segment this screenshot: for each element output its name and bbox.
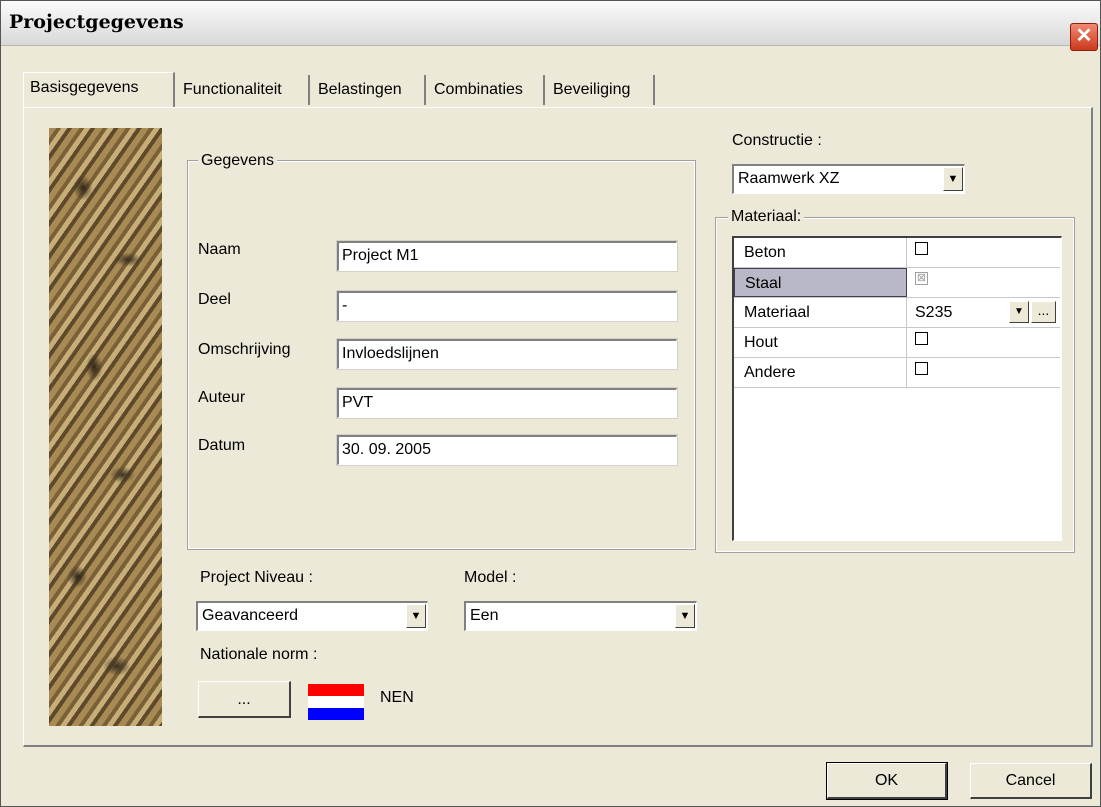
tab-beveiliging[interactable]: Beveiliging xyxy=(547,75,655,105)
close-icon[interactable]: ✕ xyxy=(1070,23,1098,51)
netherlands-flag-icon xyxy=(308,684,364,722)
grid-cell-value xyxy=(907,328,1060,357)
grid-cell-name: Beton xyxy=(734,238,907,267)
materiaal-legend: Materiaal: xyxy=(728,208,805,226)
hout-checkbox[interactable] xyxy=(915,332,928,346)
project-dialog: Projectgegevens ✕ Basisgegevens Function… xyxy=(0,0,1101,807)
deel-label: Deel xyxy=(198,291,231,308)
materiaal-grid[interactable]: Beton Staal ⊠ Materiaal S235 ▼ ... Hout … xyxy=(732,236,1062,541)
datum-label: Datum xyxy=(198,437,246,454)
omschrijving-field[interactable]: Invloedslijnen xyxy=(336,338,678,370)
auteur-label: Auteur xyxy=(198,389,246,406)
beton-checkbox[interactable] xyxy=(915,242,928,256)
auteur-field[interactable]: PVT xyxy=(336,387,678,419)
constructie-select[interactable]: Raamwerk XZ ▼ xyxy=(732,164,965,194)
model-select[interactable]: Een ▼ xyxy=(464,601,697,631)
grid-cell-value: ⊠ xyxy=(907,268,1060,297)
more-options-button[interactable]: ... xyxy=(1031,301,1056,323)
chevron-down-icon[interactable]: ▼ xyxy=(943,167,963,191)
tab-combinaties[interactable]: Combinaties xyxy=(428,75,545,105)
grid-row-materiaal[interactable]: Materiaal S235 ▼ ... xyxy=(734,298,1060,328)
ok-button[interactable]: OK xyxy=(826,762,948,800)
model-value: Een xyxy=(470,607,499,624)
norm-browse-button[interactable]: ... xyxy=(198,681,291,718)
naam-field[interactable]: Project M1 xyxy=(336,240,678,272)
project-niveau-value: Geavanceerd xyxy=(202,607,299,624)
naam-label: Naam xyxy=(198,241,241,258)
title-bar[interactable]: Projectgegevens ✕ xyxy=(1,1,1100,51)
project-niveau-label: Project Niveau : xyxy=(200,569,313,586)
window-title: Projectgegevens xyxy=(9,11,184,33)
cancel-button[interactable]: Cancel xyxy=(970,763,1092,799)
grid-row-andere[interactable]: Andere xyxy=(734,358,1060,388)
chevron-down-icon[interactable]: ▼ xyxy=(675,604,695,628)
materiaal-grade-value: S235 xyxy=(915,304,953,321)
nationale-norm-label: Nationale norm : xyxy=(200,646,318,663)
deel-field[interactable]: - xyxy=(336,290,678,322)
grid-row-hout[interactable]: Hout xyxy=(734,328,1060,358)
norm-code: NEN xyxy=(380,689,414,706)
grid-cell-name: Hout xyxy=(734,328,907,357)
decorative-image xyxy=(49,128,162,726)
tab-basisgegevens[interactable]: Basisgegevens xyxy=(23,72,175,108)
flag-stripe-red xyxy=(308,684,364,696)
grid-cell-name: Andere xyxy=(734,358,907,387)
grid-cell-value: S235 ▼ ... xyxy=(907,298,1060,327)
datum-field[interactable]: 30. 09. 2005 xyxy=(336,434,678,466)
tab-belastingen[interactable]: Belastingen xyxy=(312,75,426,105)
grid-row-staal[interactable]: Staal ⊠ xyxy=(734,268,1060,298)
project-niveau-select[interactable]: Geavanceerd ▼ xyxy=(196,601,428,631)
omschrijving-label: Omschrijving xyxy=(198,341,291,358)
flag-stripe-blue xyxy=(308,708,364,720)
flag-stripe-white xyxy=(308,696,364,708)
grid-cell-name: Materiaal xyxy=(734,298,907,327)
grid-cell-value xyxy=(907,358,1060,387)
constructie-label: Constructie : xyxy=(732,132,822,149)
model-label: Model : xyxy=(464,569,517,586)
constructie-value: Raamwerk XZ xyxy=(738,170,840,187)
staal-checkbox[interactable]: ⊠ xyxy=(915,272,928,286)
grid-cell-value xyxy=(907,238,1060,267)
andere-checkbox[interactable] xyxy=(915,362,928,376)
chevron-down-icon[interactable]: ▼ xyxy=(406,604,426,628)
grid-cell-name: Staal xyxy=(734,268,907,297)
tab-functionaliteit[interactable]: Functionaliteit xyxy=(177,75,310,105)
grid-row-beton[interactable]: Beton xyxy=(734,238,1060,268)
gegevens-legend: Gegevens xyxy=(198,152,277,170)
chevron-down-icon[interactable]: ▼ xyxy=(1009,301,1029,323)
